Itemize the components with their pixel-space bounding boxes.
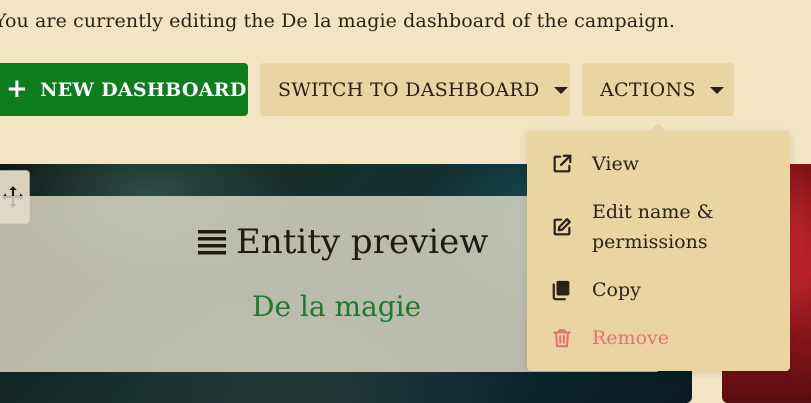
menu-item-copy-label: Copy [592, 279, 641, 301]
actions-dropdown-menu: View Edit name & permissions Copy Remove [527, 123, 790, 371]
edit-icon [553, 218, 571, 236]
switch-dashboard-label: SWITCH TO DASHBOARD [278, 78, 540, 101]
caret-down-icon [553, 87, 568, 94]
new-dashboard-button[interactable]: + NEW DASHBOARD [0, 63, 248, 116]
menu-item-view[interactable]: View [527, 147, 790, 181]
new-dashboard-label: NEW DASHBOARD [40, 78, 247, 101]
menu-item-remove[interactable]: Remove [527, 321, 790, 355]
widget-title: Entity preview [196, 222, 488, 262]
switch-dashboard-button[interactable]: SWITCH TO DASHBOARD [260, 63, 570, 116]
intro-text: You are currently editing the De la magi… [0, 10, 676, 32]
widget-title-text: Entity preview [236, 222, 489, 262]
menu-item-edit-label: Edit name & permissions [592, 201, 714, 253]
menu-item-remove-label: Remove [592, 327, 669, 349]
external-link-icon [553, 154, 572, 173]
list-icon [198, 230, 226, 255]
entity-link[interactable]: De la magie [252, 290, 421, 323]
trash-icon [553, 329, 571, 348]
menu-item-view-label: View [592, 153, 639, 175]
plus-icon: + [6, 73, 29, 104]
actions-label: ACTIONS [600, 78, 696, 101]
caret-down-icon [709, 87, 724, 94]
copy-icon [552, 280, 570, 301]
actions-button[interactable]: ACTIONS [582, 63, 734, 116]
menu-item-edit[interactable]: Edit name & permissions [527, 197, 790, 257]
menu-item-copy[interactable]: Copy [527, 273, 790, 307]
